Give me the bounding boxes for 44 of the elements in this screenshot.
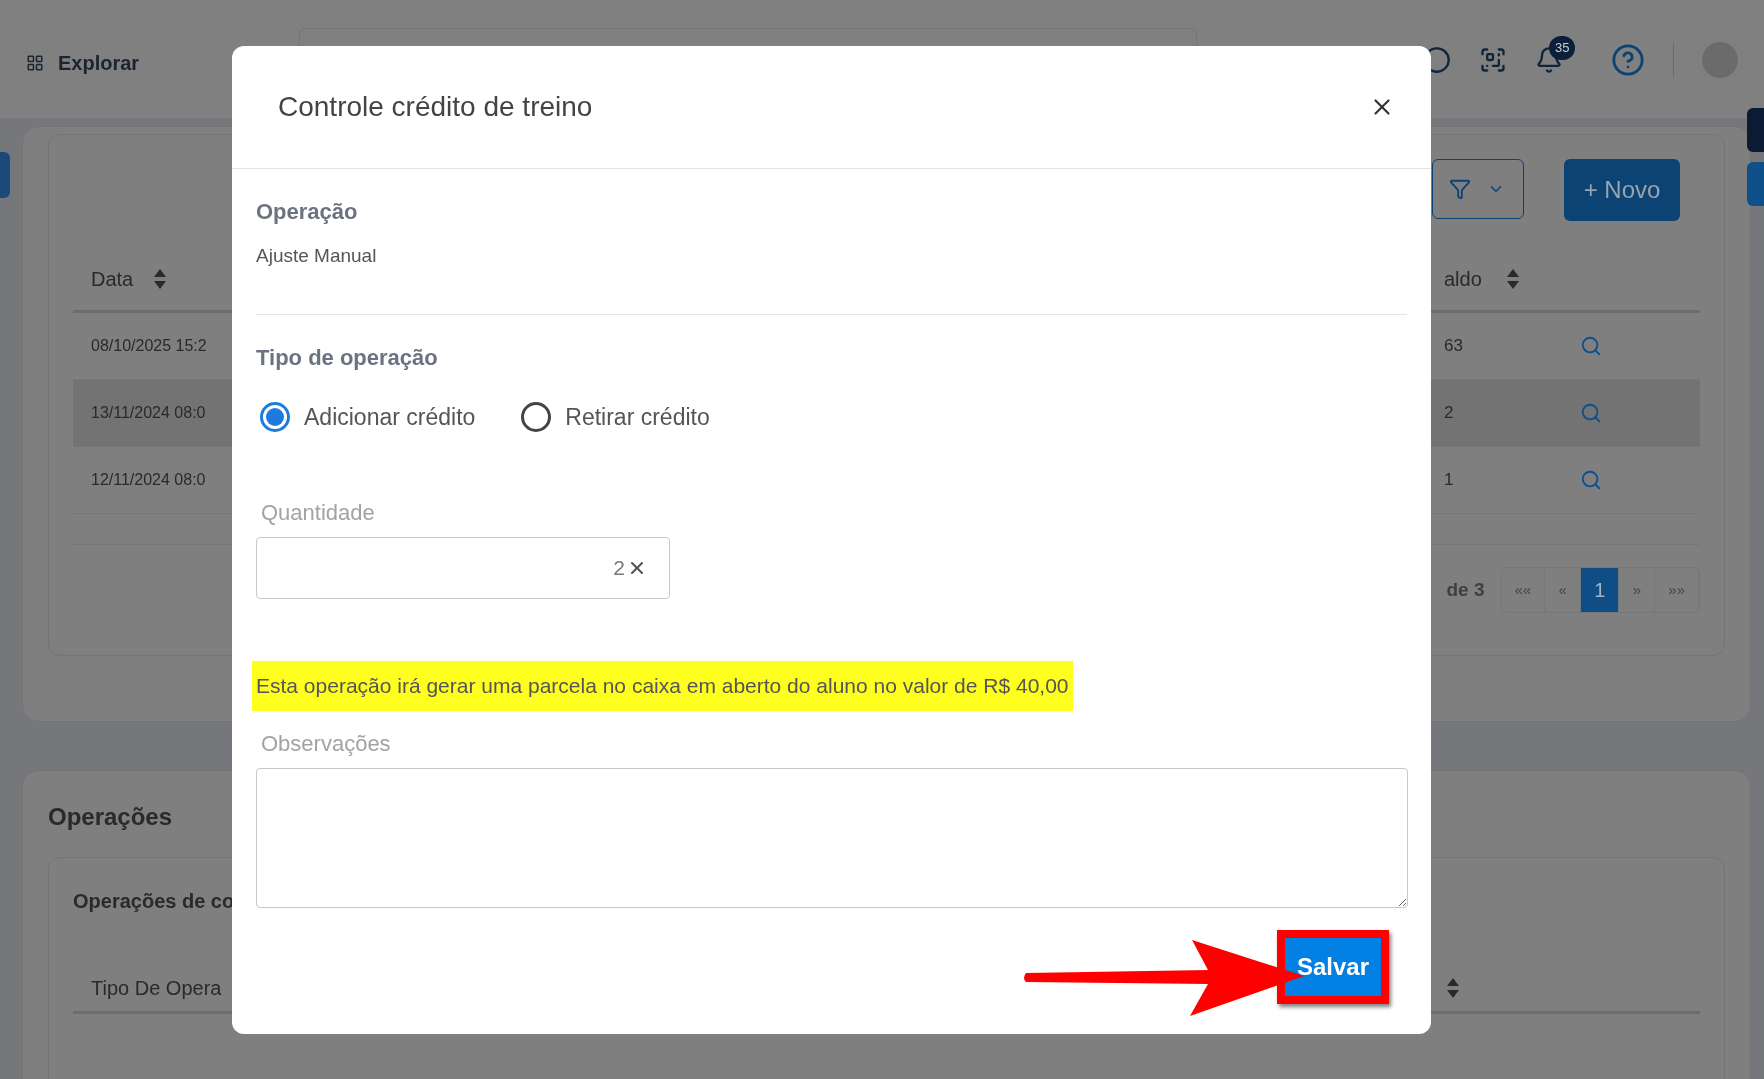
notice-text: Esta operação irá gerar uma parcela no caixa em aberto do aluno no valor de R$ 40,00 xyxy=(252,661,1073,711)
search-icon[interactable] xyxy=(1580,335,1602,357)
page-button[interactable]: » xyxy=(1619,568,1656,612)
table-cell-text: 1 xyxy=(1444,469,1455,492)
sort-icon[interactable] xyxy=(1446,976,1460,999)
table-cell-text: 63 xyxy=(1444,335,1464,358)
sort-icon[interactable] xyxy=(153,267,168,290)
radio-button[interactable] xyxy=(521,401,552,432)
page-button[interactable]: 1 xyxy=(1581,568,1620,612)
field-label: Tipo de operação xyxy=(256,343,439,372)
column-header: aldo xyxy=(1444,266,1482,292)
new-button[interactable]: + Novo xyxy=(1564,159,1680,221)
save-button[interactable]: Salvar xyxy=(1285,937,1381,996)
table-cell-text: 12/11/2024 08:0 xyxy=(90,470,206,490)
radio-option[interactable]: Retirar crédito xyxy=(521,399,710,434)
sort-icon[interactable] xyxy=(1505,267,1520,290)
field-label: Operação xyxy=(256,198,359,226)
filter-icon xyxy=(1449,178,1471,200)
modal-title: Controle crédito de treino xyxy=(278,90,593,124)
field-label: Quantidade xyxy=(260,499,376,527)
radio-option[interactable]: Adicionar crédito xyxy=(260,399,476,434)
column-header: Tipo De Opera xyxy=(91,975,222,1001)
field-label: Observações xyxy=(260,729,392,758)
table-cell-text: 2 xyxy=(1444,402,1455,425)
pagination-summary: de 3 xyxy=(1446,577,1485,602)
filter-button[interactable] xyxy=(1432,159,1524,219)
search-icon[interactable] xyxy=(1580,469,1602,491)
table-cell-text: 08/10/2025 15:2 xyxy=(90,336,207,356)
radio-button[interactable] xyxy=(260,401,290,432)
notes-field[interactable] xyxy=(256,767,1408,908)
notification-badge: 35 xyxy=(1549,36,1576,60)
side-tab[interactable] xyxy=(1747,108,1764,152)
field-value: Ajuste Manual xyxy=(256,244,378,268)
table-cell-text: 13/11/2024 08:0 xyxy=(90,403,206,423)
quantity-field[interactable]: 2 xyxy=(256,537,670,599)
column-header: Data xyxy=(91,266,134,292)
section-title: Operações xyxy=(48,802,174,832)
qr-code-icon[interactable] xyxy=(1479,46,1507,74)
explore-link[interactable]: Explorar xyxy=(58,48,140,78)
page-button[interactable]: »» xyxy=(1655,568,1699,612)
help-icon[interactable] xyxy=(1611,43,1645,77)
page-button[interactable]: «« xyxy=(1501,568,1546,612)
side-tab[interactable] xyxy=(0,152,10,198)
grid-icon[interactable] xyxy=(26,54,44,72)
